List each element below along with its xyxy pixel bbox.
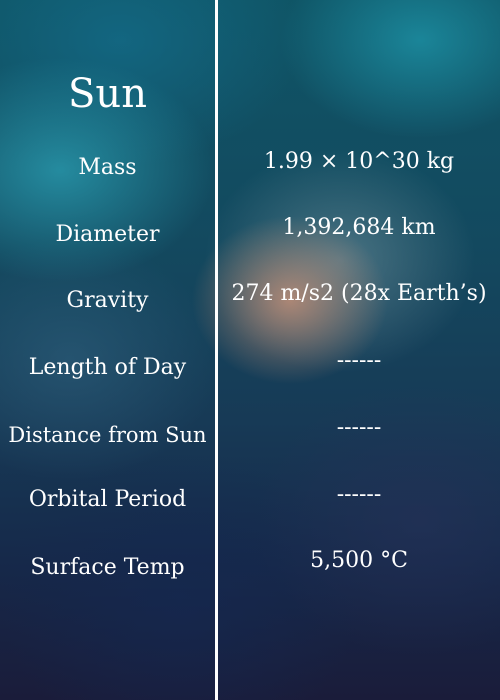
length-of-day-label: Length of Day [28,355,187,380]
labels-column: Sun Mass Diameter Gravity Length of Day … [0,0,215,700]
orbital-period-value: ------ [336,482,382,507]
values-column: 1.99 × 10^30 kg 1,392,684 km 274 m/s2 (2… [218,0,500,700]
length-of-day-value: ------ [336,348,382,373]
surface-temp-label: Surface Temp [30,555,185,580]
diameter-value: 1,392,684 km [282,215,436,240]
surface-temp-value: 5,500 °C [310,548,408,573]
distance-from-sun-value: ------ [336,415,382,440]
gravity-label: Gravity [66,288,149,313]
page-title: Sun [68,71,147,117]
mass-value: 1.99 × 10^30 kg [263,149,455,174]
mass-label: Mass [78,155,137,180]
gravity-value: 274 m/s2 (28x Earth’s) [231,281,487,306]
diameter-label: Diameter [55,222,160,247]
distance-from-sun-label: Distance from Sun [8,423,207,447]
orbital-period-label: Orbital Period [28,487,187,512]
